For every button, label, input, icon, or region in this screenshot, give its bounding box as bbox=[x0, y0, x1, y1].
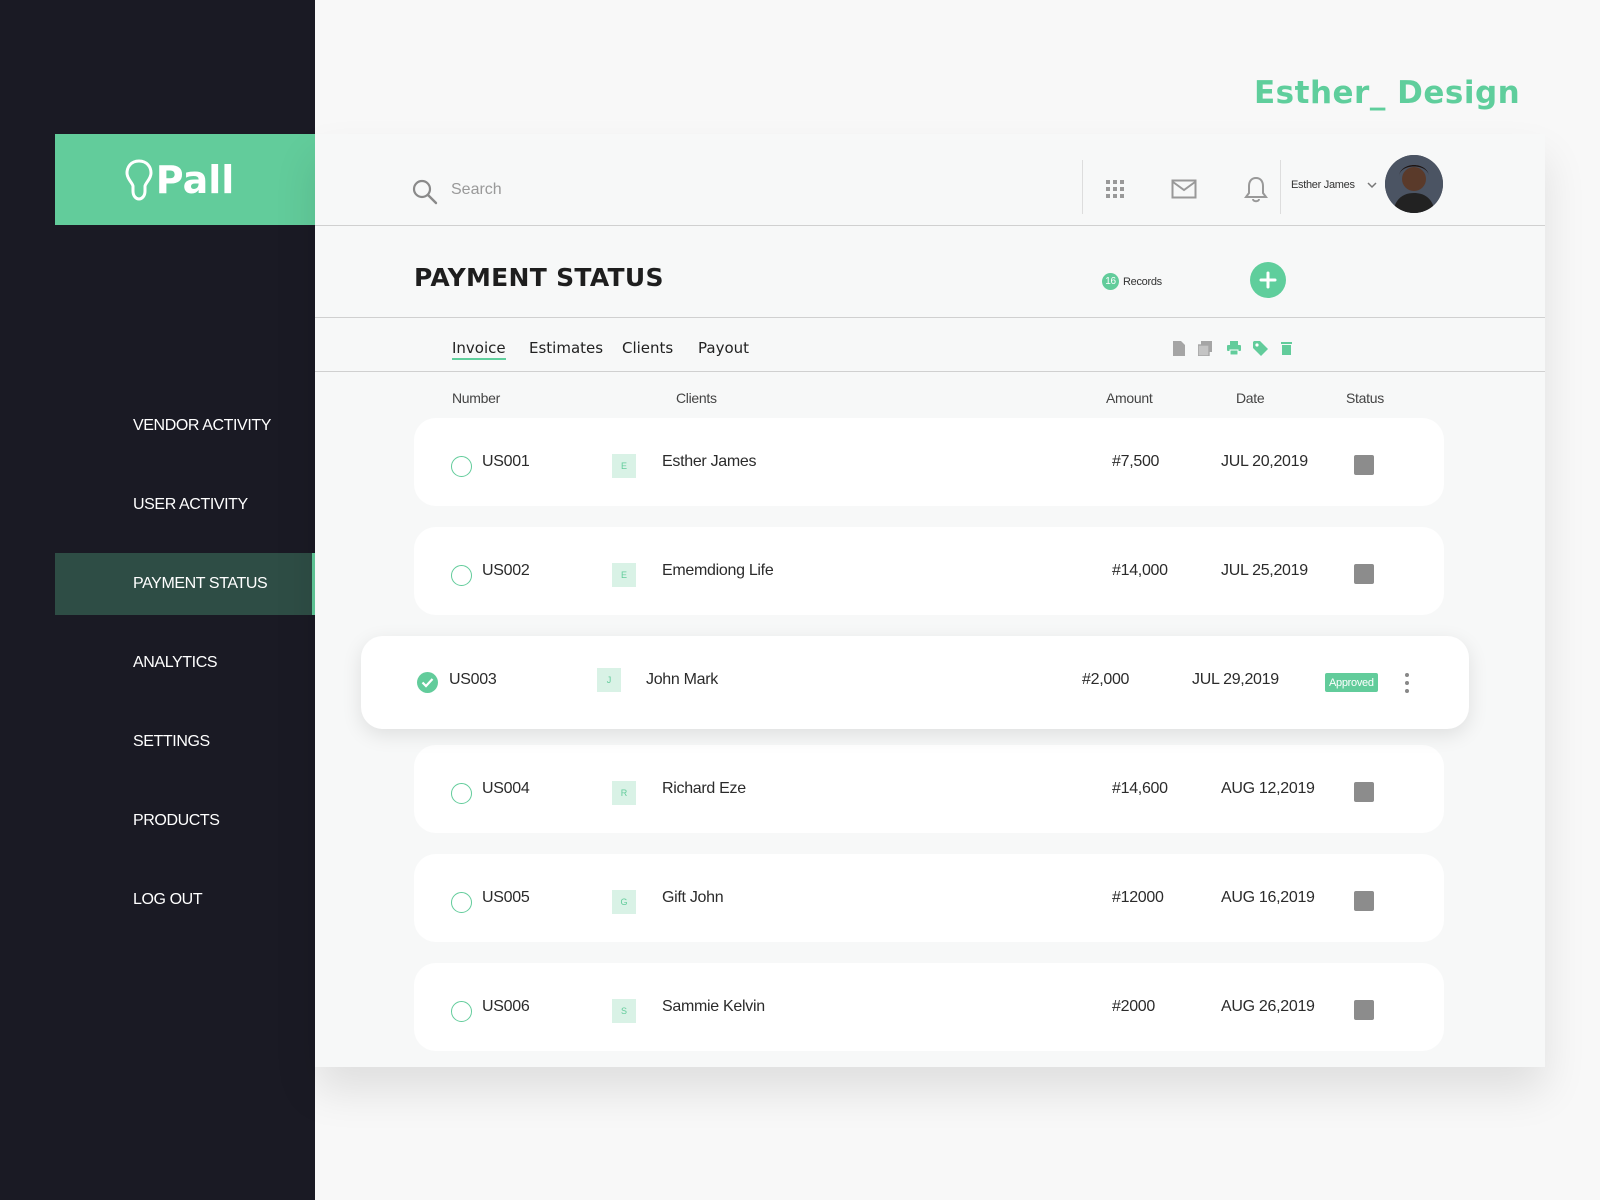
invoice-date: AUG 12,2019 bbox=[1221, 780, 1315, 797]
main-panel: Esther James PAYMENT STATUS 16 Records bbox=[315, 134, 1545, 1067]
client-initial-badge: G bbox=[612, 890, 636, 914]
client-name: Ememdiong Life bbox=[662, 562, 774, 579]
row-selected-check-icon[interactable] bbox=[417, 672, 438, 693]
records-label: Records bbox=[1123, 275, 1162, 288]
tab-payout[interactable]: Payout bbox=[698, 339, 749, 357]
invoice-number: US006 bbox=[482, 998, 530, 1015]
print-icon[interactable] bbox=[1227, 341, 1241, 355]
client-initial-badge: J bbox=[597, 668, 621, 692]
sidebar-item-payment-status[interactable]: PAYMENT STATUS bbox=[55, 553, 315, 615]
client-name: Richard Eze bbox=[662, 780, 746, 797]
table-row-selected[interactable]: US003 J John Mark #2,000 JUL 29,2019 App… bbox=[361, 636, 1469, 729]
bell-icon[interactable] bbox=[1242, 175, 1270, 203]
invoice-date: AUG 26,2019 bbox=[1221, 998, 1315, 1015]
add-record-button[interactable] bbox=[1250, 262, 1286, 298]
invoice-date: AUG 16,2019 bbox=[1221, 889, 1315, 906]
status-indicator[interactable] bbox=[1354, 891, 1374, 911]
sidebar-item-vendor-activity[interactable]: VENDOR ACTIVITY bbox=[55, 395, 315, 457]
tab-bar: Invoice Estimates Clients Payout bbox=[315, 318, 1545, 372]
invoice-date: JUL 20,2019 bbox=[1221, 453, 1308, 470]
client-initial-badge: S bbox=[612, 999, 636, 1023]
invoice-amount: #7,500 bbox=[1112, 453, 1160, 470]
sidebar-nav: VENDOR ACTIVITY USER ACTIVITY PAYMENT ST… bbox=[55, 395, 315, 948]
client-initial-badge: R bbox=[612, 781, 636, 805]
tag-icon[interactable] bbox=[1253, 341, 1268, 356]
sidebar-item-analytics[interactable]: ANALYTICS bbox=[55, 632, 315, 694]
records-count-badge: 16 bbox=[1102, 273, 1119, 290]
user-name[interactable]: Esther James bbox=[1291, 179, 1355, 191]
logo-text: Pall bbox=[155, 157, 235, 202]
tab-invoice[interactable]: Invoice bbox=[452, 339, 506, 360]
row-select-radio[interactable] bbox=[451, 892, 472, 913]
row-select-radio[interactable] bbox=[451, 1001, 472, 1022]
table-row[interactable]: US006 S Sammie Kelvin #2000 AUG 26,2019 bbox=[414, 963, 1444, 1051]
sidebar-item-settings[interactable]: SETTINGS bbox=[55, 711, 315, 773]
column-header-amount[interactable]: Amount bbox=[1106, 390, 1153, 406]
sidebar-item-log-out[interactable]: LOG OUT bbox=[55, 869, 315, 931]
client-name: Sammie Kelvin bbox=[662, 998, 765, 1015]
invoice-number: US004 bbox=[482, 780, 530, 797]
invoice-number: US002 bbox=[482, 562, 530, 579]
status-indicator[interactable] bbox=[1354, 782, 1374, 802]
client-name: John Mark bbox=[646, 671, 718, 688]
row-select-radio[interactable] bbox=[451, 783, 472, 804]
client-initial-badge: E bbox=[612, 563, 636, 587]
title-row: PAYMENT STATUS 16 Records bbox=[315, 226, 1545, 318]
trash-icon[interactable] bbox=[1281, 341, 1292, 355]
row-select-radio[interactable] bbox=[451, 565, 472, 586]
records-counter: 16 Records bbox=[1102, 273, 1162, 290]
status-indicator[interactable] bbox=[1354, 1000, 1374, 1020]
status-badge: Approved bbox=[1325, 673, 1378, 692]
invoice-number: US001 bbox=[482, 453, 530, 470]
client-name: Gift John bbox=[662, 889, 724, 906]
invoice-amount: #14,000 bbox=[1112, 562, 1168, 579]
column-header-date[interactable]: Date bbox=[1236, 390, 1265, 406]
top-bar: Esther James bbox=[315, 134, 1545, 226]
column-header-status[interactable]: Status bbox=[1346, 390, 1384, 406]
app-logo[interactable]: Pall bbox=[55, 134, 315, 225]
sidebar-item-products[interactable]: PRODUCTS bbox=[55, 790, 315, 852]
mail-icon[interactable] bbox=[1170, 175, 1198, 203]
table-row[interactable]: US004 R Richard Eze #14,600 AUG 12,2019 bbox=[414, 745, 1444, 833]
invoice-amount: #2000 bbox=[1112, 998, 1155, 1015]
more-options-icon[interactable] bbox=[1402, 673, 1412, 693]
status-indicator[interactable] bbox=[1354, 564, 1374, 584]
invoice-number: US003 bbox=[449, 671, 497, 688]
lightbulb-icon bbox=[125, 158, 153, 201]
client-name: Esther James bbox=[662, 453, 757, 470]
tab-estimates[interactable]: Estimates bbox=[529, 339, 603, 357]
table-row[interactable]: US005 G Gift John #12000 AUG 16,2019 bbox=[414, 854, 1444, 942]
page-title: PAYMENT STATUS bbox=[414, 263, 664, 292]
table-row[interactable]: US001 E Esther James #7,500 JUL 20,2019 bbox=[414, 418, 1444, 506]
invoice-number: US005 bbox=[482, 889, 530, 906]
invoice-date: JUL 25,2019 bbox=[1221, 562, 1308, 579]
document-icon[interactable] bbox=[1173, 341, 1185, 356]
row-select-radio[interactable] bbox=[451, 456, 472, 477]
search-input[interactable] bbox=[451, 181, 751, 199]
invoice-amount: #12000 bbox=[1112, 889, 1164, 906]
grid-icon[interactable] bbox=[1101, 175, 1129, 203]
status-indicator[interactable] bbox=[1354, 455, 1374, 475]
column-header-number[interactable]: Number bbox=[452, 390, 500, 406]
invoice-amount: #2,000 bbox=[1082, 671, 1130, 688]
copy-icon[interactable] bbox=[1198, 341, 1212, 356]
divider bbox=[1280, 160, 1281, 214]
divider bbox=[1082, 160, 1083, 214]
search-icon bbox=[412, 179, 438, 205]
table-row[interactable]: US002 E Ememdiong Life #14,000 JUL 25,20… bbox=[414, 527, 1444, 615]
chevron-down-icon[interactable] bbox=[1366, 179, 1378, 191]
brand-watermark: Esther_ Design bbox=[1254, 75, 1521, 111]
invoice-date: JUL 29,2019 bbox=[1192, 671, 1279, 688]
plus-icon bbox=[1259, 271, 1277, 289]
avatar[interactable] bbox=[1385, 155, 1443, 213]
column-header-clients[interactable]: Clients bbox=[676, 390, 717, 406]
tab-clients[interactable]: Clients bbox=[622, 339, 673, 357]
sidebar-item-user-activity[interactable]: USER ACTIVITY bbox=[55, 474, 315, 536]
invoice-amount: #14,600 bbox=[1112, 780, 1168, 797]
client-initial-badge: E bbox=[612, 454, 636, 478]
